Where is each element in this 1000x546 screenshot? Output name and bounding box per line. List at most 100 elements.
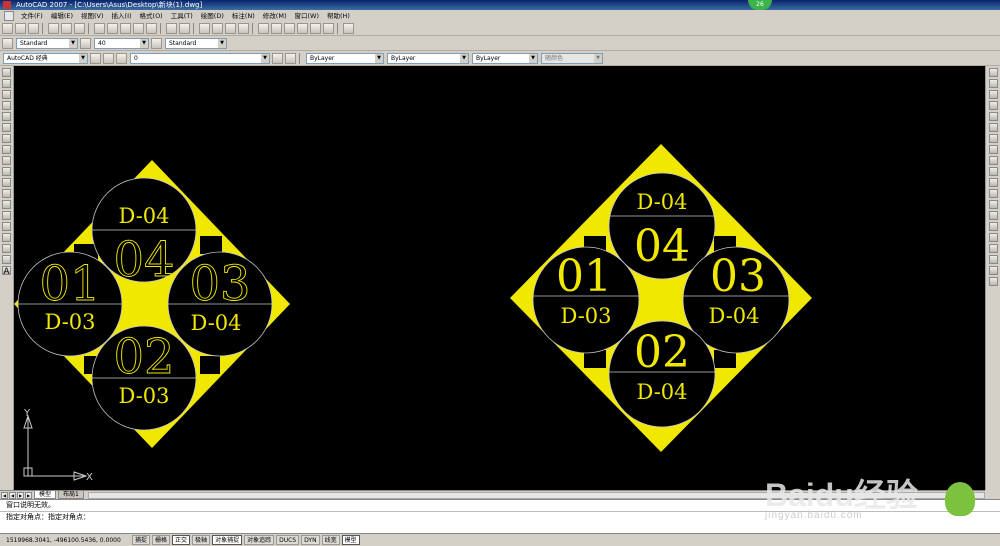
block-editor-icon[interactable] bbox=[146, 23, 157, 34]
lineweight-select[interactable]: ByLayer ▼ bbox=[472, 52, 538, 64]
zoom-window-icon[interactable] bbox=[225, 23, 236, 34]
extend-icon[interactable] bbox=[988, 178, 998, 187]
linetype-select[interactable]: ByLayer ▼ bbox=[387, 52, 469, 64]
autocad-app-icon[interactable] bbox=[3, 1, 11, 9]
dyn-toggle[interactable]: DYN bbox=[301, 535, 320, 545]
gradient-icon[interactable] bbox=[2, 233, 11, 242]
osnap-midpoint-icon[interactable] bbox=[988, 266, 998, 275]
command-prompt-line[interactable]: 指定对角点：指定对角点： bbox=[0, 511, 1000, 523]
cut-icon[interactable] bbox=[94, 23, 105, 34]
menu-dimension[interactable]: 标注(N) bbox=[228, 10, 259, 22]
layer-select[interactable]: 0 ▼ bbox=[130, 52, 270, 64]
zoom-realtime-icon[interactable] bbox=[212, 23, 223, 34]
insert-block-icon[interactable] bbox=[2, 189, 11, 198]
spline-icon[interactable] bbox=[2, 156, 11, 165]
polyline-icon[interactable] bbox=[2, 90, 11, 99]
previous-tab-icon[interactable]: ◀ bbox=[9, 491, 16, 499]
properties-icon[interactable] bbox=[258, 23, 269, 34]
coordinates-readout[interactable]: 1519968.3041, -496100.5436, 0.0000 bbox=[0, 537, 130, 544]
new-file-icon[interactable] bbox=[2, 23, 13, 34]
polygon-icon[interactable] bbox=[2, 101, 11, 110]
command-window[interactable]: 窗口说明无效。 指定对角点：指定对角点： bbox=[0, 499, 1000, 533]
fillet-icon[interactable] bbox=[988, 233, 998, 242]
layer-manager-icon[interactable] bbox=[103, 52, 114, 64]
lightbulb-icon[interactable] bbox=[116, 52, 127, 64]
first-tab-icon[interactable]: ◀ bbox=[1, 491, 8, 499]
menu-file[interactable]: 文件(F) bbox=[17, 10, 47, 22]
match-properties-icon[interactable] bbox=[133, 23, 144, 34]
next-tab-icon[interactable]: ▶ bbox=[17, 491, 24, 499]
menu-help[interactable]: 帮助(H) bbox=[323, 10, 354, 22]
ellipse-icon[interactable] bbox=[2, 167, 11, 176]
ortho-toggle[interactable]: 正交 bbox=[172, 535, 191, 545]
osnap-endpoint-icon[interactable] bbox=[988, 255, 998, 264]
hatch-icon[interactable] bbox=[2, 222, 11, 231]
erase-icon[interactable] bbox=[988, 68, 998, 77]
snap-toggle[interactable]: 捕捉 bbox=[132, 535, 151, 545]
table-icon[interactable] bbox=[2, 255, 11, 264]
break-at-point-icon[interactable] bbox=[988, 189, 998, 198]
plotstyle-select[interactable]: 随颜色 ▼ bbox=[541, 52, 603, 64]
pan-icon[interactable] bbox=[199, 23, 210, 34]
tool-palettes-icon[interactable] bbox=[284, 23, 295, 34]
scale-icon[interactable] bbox=[988, 145, 998, 154]
point-icon[interactable] bbox=[2, 211, 11, 220]
document-icon[interactable] bbox=[4, 11, 14, 21]
workspace-settings-icon[interactable] bbox=[90, 52, 101, 64]
copy-object-icon[interactable] bbox=[988, 79, 998, 88]
osnap-center-icon[interactable] bbox=[988, 277, 998, 286]
rotate-icon[interactable] bbox=[988, 134, 998, 143]
menu-edit[interactable]: 编辑(E) bbox=[47, 10, 77, 22]
publish-icon[interactable] bbox=[74, 23, 85, 34]
dimension-style-select[interactable]: 40 ▼ bbox=[94, 37, 149, 49]
line-icon[interactable] bbox=[2, 68, 11, 77]
revision-cloud-icon[interactable] bbox=[2, 145, 11, 154]
design-center-icon[interactable] bbox=[271, 23, 282, 34]
dimension-style-icon[interactable] bbox=[80, 37, 91, 49]
region-icon[interactable] bbox=[2, 244, 11, 253]
sheet-set-icon[interactable] bbox=[297, 23, 308, 34]
chamfer-icon[interactable] bbox=[988, 222, 998, 231]
color-select[interactable]: ByLayer ▼ bbox=[306, 52, 384, 64]
open-file-icon[interactable] bbox=[15, 23, 26, 34]
stretch-icon[interactable] bbox=[988, 156, 998, 165]
ducs-toggle[interactable]: DUCS bbox=[276, 535, 300, 545]
last-tab-icon[interactable]: ▶ bbox=[25, 491, 32, 499]
osnap-toggle[interactable]: 对象捕捉 bbox=[212, 535, 243, 545]
ellipse-arc-icon[interactable] bbox=[2, 178, 11, 187]
text-style-icon[interactable] bbox=[2, 37, 13, 49]
horizontal-scrollbar[interactable] bbox=[87, 491, 985, 499]
lineweight-toggle[interactable]: 线宽 bbox=[321, 535, 340, 545]
workspace-select[interactable]: AutoCAD 经典 ▼ bbox=[3, 52, 88, 64]
print-preview-icon[interactable] bbox=[61, 23, 72, 34]
rectangle-icon[interactable] bbox=[2, 112, 11, 121]
table-style-select[interactable]: Standard ▼ bbox=[165, 37, 227, 49]
left-block[interactable]: D-04 04 01 D-03 03 D-04 02 D-03 bbox=[14, 160, 290, 448]
text-style-select[interactable]: Standard ▼ bbox=[16, 37, 78, 49]
layer-previous-icon[interactable] bbox=[285, 52, 296, 64]
menu-format[interactable]: 格式(O) bbox=[136, 10, 167, 22]
menu-view[interactable]: 视图(V) bbox=[77, 10, 108, 22]
menu-insert[interactable]: 插入(I) bbox=[108, 10, 136, 22]
zoom-previous-icon[interactable] bbox=[238, 23, 249, 34]
polar-toggle[interactable]: 极轴 bbox=[192, 535, 211, 545]
menu-window[interactable]: 窗口(W) bbox=[290, 10, 323, 22]
tab-model[interactable]: 模型 bbox=[34, 491, 57, 499]
print-icon[interactable] bbox=[48, 23, 59, 34]
redo-icon[interactable] bbox=[179, 23, 190, 34]
help-icon[interactable] bbox=[343, 23, 354, 34]
paste-icon[interactable] bbox=[120, 23, 131, 34]
drawing-canvas[interactable]: D-04 04 01 D-03 03 D-04 02 D-03 D-04 04 bbox=[14, 66, 985, 490]
tab-layout1[interactable]: 布局1 bbox=[58, 491, 84, 499]
copy-icon[interactable] bbox=[107, 23, 118, 34]
make-object-layer-current-icon[interactable] bbox=[272, 52, 283, 64]
trim-icon[interactable] bbox=[988, 167, 998, 176]
circle-icon[interactable] bbox=[2, 134, 11, 143]
mirror-icon[interactable] bbox=[988, 90, 998, 99]
markup-icon[interactable] bbox=[310, 23, 321, 34]
make-block-icon[interactable] bbox=[2, 200, 11, 209]
calculator-icon[interactable] bbox=[323, 23, 334, 34]
undo-icon[interactable] bbox=[166, 23, 177, 34]
menu-draw[interactable]: 绘图(D) bbox=[197, 10, 228, 22]
arc-icon[interactable] bbox=[2, 123, 11, 132]
